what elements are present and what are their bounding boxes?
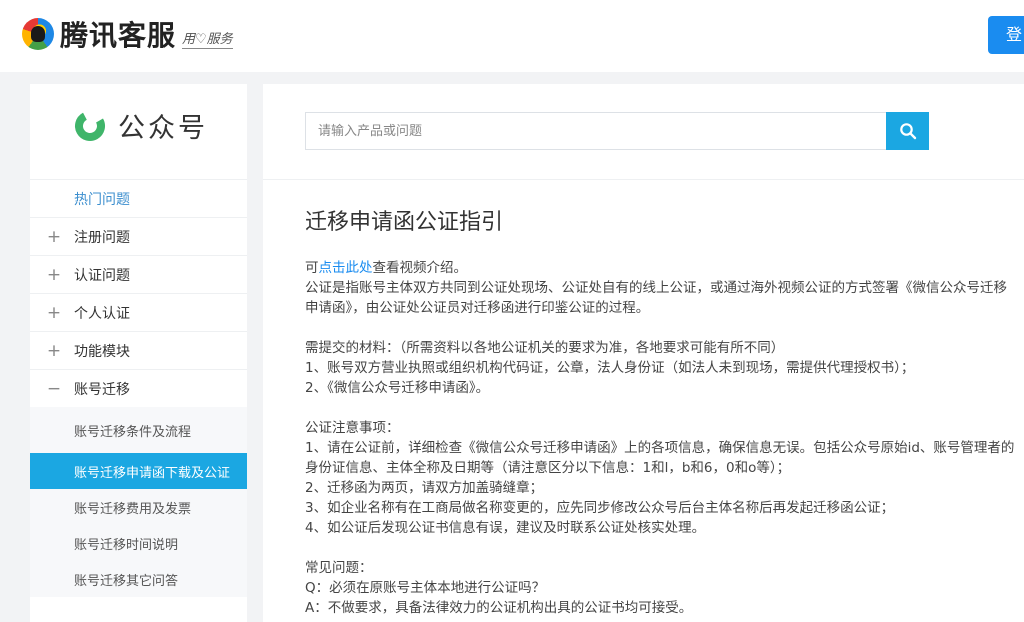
menu-category-personal-verification[interactable]: + 个人认证 <box>30 293 247 331</box>
search-input[interactable] <box>305 112 886 150</box>
notes-item: 1、请在公证前，详细检查《微信公众号迁移申请函》上的各项信息，确保信息无误。包括… <box>305 440 1015 476</box>
submenu-item[interactable]: 账号迁移时间说明 <box>30 525 247 561</box>
video-link[interactable]: 点击此处 <box>319 260 373 276</box>
menu-category-label: 注册问题 <box>74 229 130 246</box>
intro-prefix: 可 <box>305 260 319 276</box>
submenu-item[interactable]: 账号迁移费用及发票 <box>30 489 247 525</box>
expand-icon: + <box>46 302 62 323</box>
qq-penguin-icon <box>22 18 54 50</box>
logo-slogan: 用♡服务 <box>182 28 233 49</box>
menu-hot-questions[interactable]: 热门问题 <box>30 179 247 217</box>
expand-icon: + <box>46 226 62 247</box>
faq-answer: A：不做要求，具备法律效力的公证机构出具的公证书均可接受。 <box>305 600 693 616</box>
menu-category-account-migration[interactable]: − 账号迁移 <box>30 369 247 407</box>
intro-suffix: 查看视频介绍。 <box>372 260 468 276</box>
paragraph-definition: 公证是指账号主体双方共同到公证处现场、公证处自有的线上公证，或通过海外视频公证的… <box>305 280 1007 316</box>
notes-item: 2、迁移函为两页，请双方加盖骑缝章； <box>305 480 544 496</box>
materials-item: 1、账号双方营业执照或组织机构代码证，公章，法人身份证（如法人未到现场，需提供代… <box>305 360 915 376</box>
top-header: 腾讯客服 用♡服务 登 <box>0 0 1024 72</box>
product-name: 公众号 <box>118 113 208 144</box>
menu-category-features[interactable]: + 功能模块 <box>30 331 247 369</box>
sidebar: 公众号 热门问题 + 注册问题 + 认证问题 + 个人认证 + 功能模块 − 账… <box>30 84 247 622</box>
faq-title: 常见问题： <box>305 560 373 576</box>
menu-category-label: 账号迁移 <box>74 381 130 398</box>
menu-category-label: 认证问题 <box>74 267 130 284</box>
faq-question: Q：必须在原账号主体本地进行公证吗？ <box>305 580 546 596</box>
divider <box>263 179 1024 180</box>
search-bar <box>305 112 929 150</box>
materials-item: 2、《微信公众号迁移申请函》。 <box>305 380 490 396</box>
notes-item: 3、如企业名称有在工商局做名称变更的，应先同步修改公众号后台主体名称后再发起迁移… <box>305 500 895 516</box>
search-button[interactable] <box>886 112 929 150</box>
menu-category-register[interactable]: + 注册问题 <box>30 217 247 255</box>
article-title: 迁移申请函公证指引 <box>305 210 504 235</box>
expand-icon: + <box>46 264 62 285</box>
login-button[interactable]: 登 <box>988 16 1024 54</box>
product-brand: 公众号 <box>72 106 208 145</box>
notes-item: 4、如公证后发现公证书信息有误，建议及时联系公证处核实处理。 <box>305 520 706 536</box>
menu-category-label: 功能模块 <box>74 343 130 360</box>
menu-category-verification[interactable]: + 认证问题 <box>30 255 247 293</box>
video-intro: 可点击此处查看视频介绍。 <box>305 258 1015 278</box>
collapse-icon: − <box>46 378 62 399</box>
submenu-item-active[interactable]: 账号迁移申请函下载及公证 <box>30 453 247 489</box>
migration-submenu: 账号迁移条件及流程 账号迁移申请函下载及公证 账号迁移费用及发票 账号迁移时间说… <box>30 407 247 597</box>
search-icon <box>899 123 916 140</box>
notes-title: 公证注意事项： <box>305 420 400 436</box>
faq-menu: 热门问题 + 注册问题 + 认证问题 + 个人认证 + 功能模块 − 账号迁移 … <box>30 179 247 597</box>
submenu-item[interactable]: 账号迁移条件及流程 <box>30 407 247 453</box>
tencent-service-logo[interactable]: 腾讯客服 用♡服务 <box>22 16 233 52</box>
submenu-item[interactable]: 账号迁移其它问答 <box>30 561 247 597</box>
expand-icon: + <box>46 340 62 361</box>
main-content: 迁移申请函公证指引 可点击此处查看视频介绍。 公证是指账号主体双方共同到公证处现… <box>263 84 1024 622</box>
wechat-official-account-icon <box>75 110 105 141</box>
materials-title: 需提交的材料：（所需资料以各地公证机关的要求为准，各地要求可能有所不同） <box>305 340 785 356</box>
logo-text: 腾讯客服 <box>60 19 177 52</box>
article: 迁移申请函公证指引 可点击此处查看视频介绍。 公证是指账号主体双方共同到公证处现… <box>305 204 1015 618</box>
menu-category-label: 个人认证 <box>74 305 130 322</box>
